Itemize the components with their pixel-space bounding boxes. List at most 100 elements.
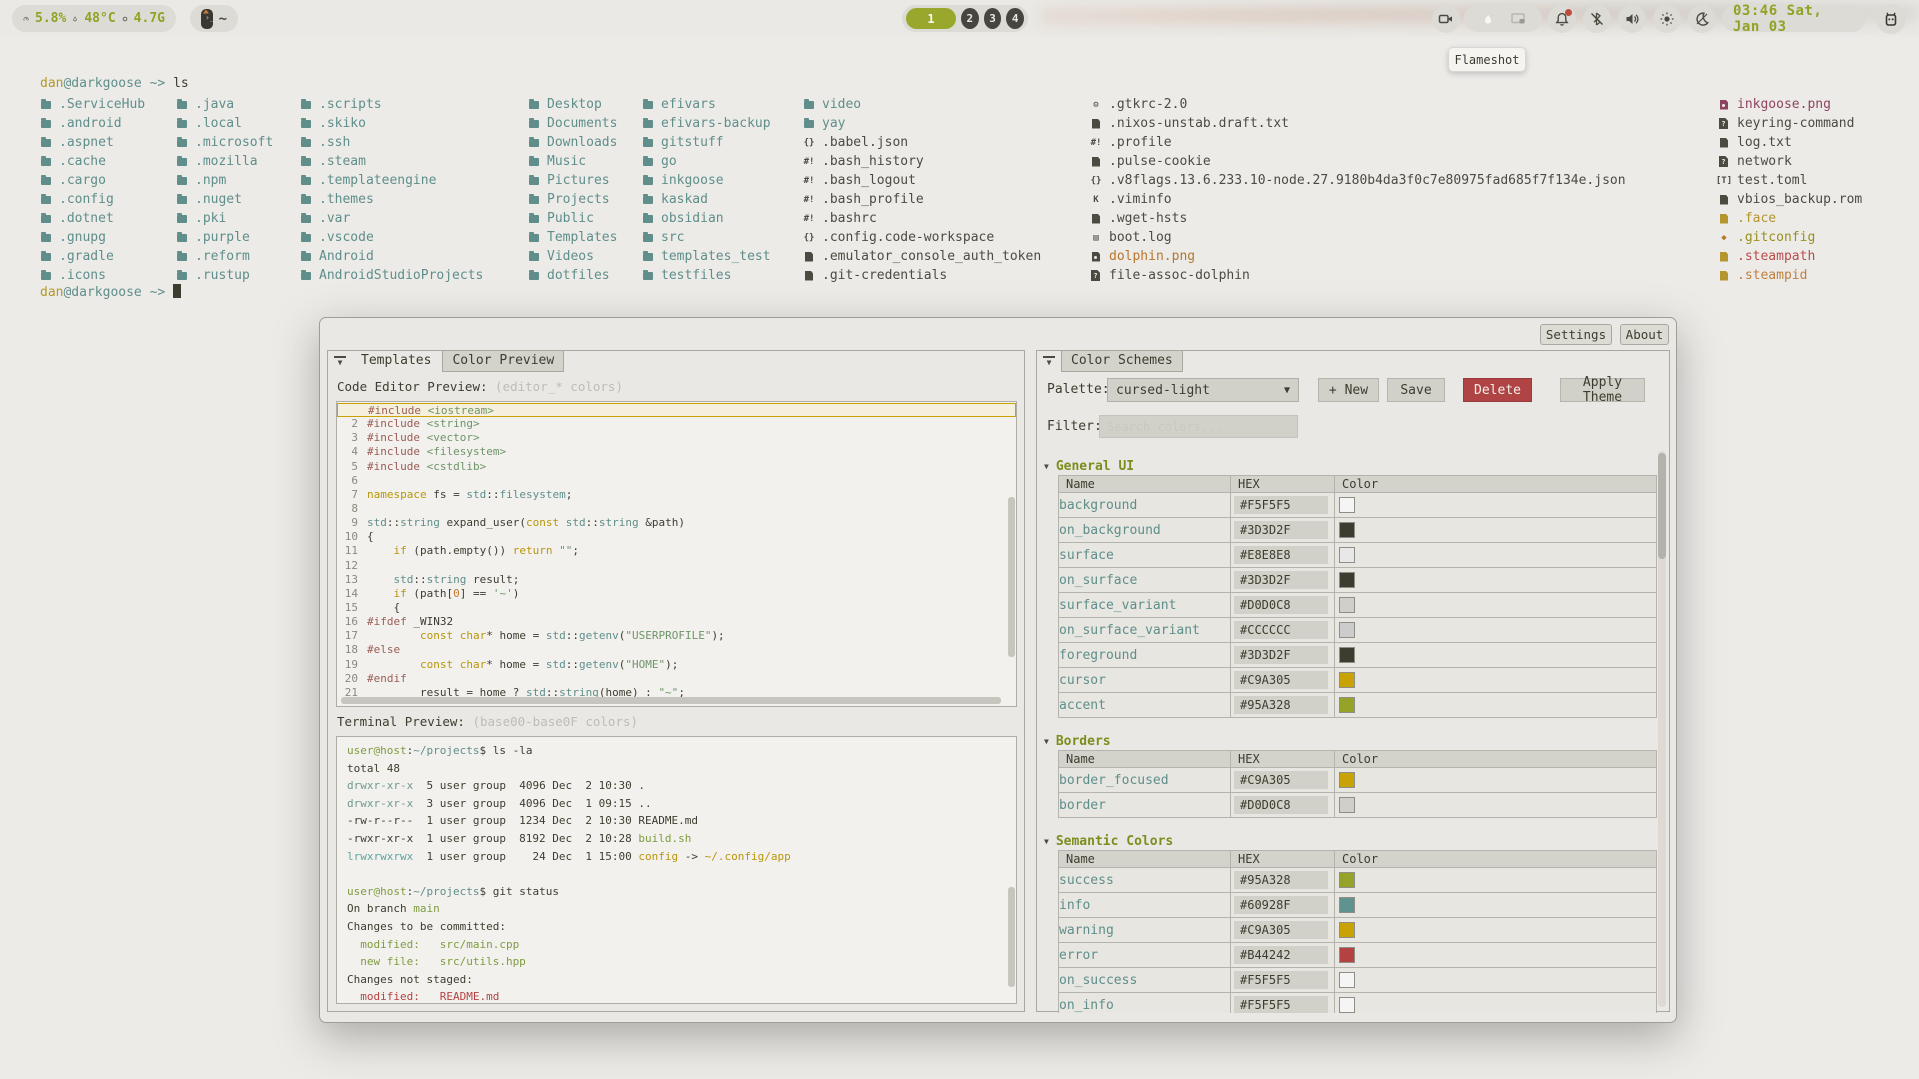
tab-color-schemes[interactable]: Color Schemes — [1061, 351, 1183, 372]
color-swatch[interactable] — [1339, 697, 1355, 713]
color-swatch[interactable] — [1339, 522, 1355, 538]
workspace-2[interactable]: 2 — [961, 8, 979, 29]
color-swatch[interactable] — [1339, 922, 1355, 938]
file-name: obsidian — [661, 211, 724, 226]
folder-icon — [642, 158, 654, 166]
brightness-button[interactable] — [1653, 5, 1681, 33]
screen-recorder-button[interactable] — [1432, 5, 1460, 33]
screen-lock-tray-icon[interactable] — [1510, 11, 1526, 27]
file-name: AndroidStudioProjects — [319, 268, 483, 283]
save-palette-button[interactable]: Save — [1387, 378, 1445, 402]
settings-button[interactable]: Settings — [1540, 324, 1612, 345]
bluetooth-button[interactable] — [1583, 5, 1611, 33]
page-icon — [803, 252, 815, 262]
hex-value-field[interactable]: #C9A305 — [1234, 771, 1328, 789]
terminal-app-pill[interactable]: ~ — [190, 5, 238, 32]
color-swatch[interactable] — [1339, 647, 1355, 663]
tray-app-button[interactable] — [1876, 4, 1906, 34]
system-stats-pill[interactable]: 5.8% 48°C 4.7G — [12, 5, 176, 32]
color-swatch[interactable] — [1339, 597, 1355, 613]
hex-value-field[interactable]: #E8E8E8 — [1234, 546, 1328, 564]
hex-value-field[interactable]: #3D3D2F — [1234, 646, 1328, 664]
terminal-vertical-scrollbar[interactable] — [1008, 887, 1015, 987]
terminal-line: Changes to be committed: — [347, 918, 1016, 936]
workspace-3[interactable]: 3 — [984, 8, 1002, 29]
folder-icon — [40, 215, 52, 223]
color-swatch[interactable] — [1339, 947, 1355, 963]
hex-value-field[interactable]: #D0D0C8 — [1234, 596, 1328, 614]
desktop-terminal[interactable]: dan@darkgoose ~> ls .ServiceHub.android.… — [0, 60, 1919, 320]
hex-value-field[interactable]: #C9A305 — [1234, 671, 1328, 689]
panel-scrollbar[interactable] — [1658, 451, 1666, 1007]
color-swatch[interactable] — [1339, 547, 1355, 563]
tray-apps-pill[interactable] — [1464, 5, 1542, 32]
code-editor-preview[interactable]: #include <iostream>2#include <string>3#i… — [336, 401, 1017, 707]
code-horizontal-scrollbar[interactable] — [341, 697, 1001, 704]
hex-value-field[interactable]: #B44242 — [1234, 946, 1328, 964]
hex-value-field[interactable]: #F5F5F5 — [1234, 971, 1328, 989]
file-item: .steampid — [1718, 266, 1862, 285]
clock: 03:46 Sat, Jan 03 — [1733, 3, 1855, 35]
folder-icon — [642, 234, 654, 242]
section-title: General UI — [1056, 459, 1134, 474]
clock-pill[interactable]: 03:46 Sat, Jan 03 — [1722, 5, 1866, 32]
color-swatch[interactable] — [1339, 672, 1355, 688]
color-swatch[interactable] — [1339, 997, 1355, 1013]
apply-theme-button[interactable]: Apply Theme — [1560, 378, 1645, 402]
color-swatch[interactable] — [1339, 772, 1355, 788]
folder-icon — [300, 139, 312, 147]
hex-value-field[interactable]: #95A328 — [1234, 696, 1328, 714]
night-light-button[interactable] — [1688, 5, 1716, 33]
code-vertical-scrollbar[interactable] — [1008, 497, 1015, 657]
color-swatch[interactable] — [1339, 572, 1355, 588]
color-swatch[interactable] — [1339, 497, 1355, 513]
hex-value-field[interactable]: #95A328 — [1234, 871, 1328, 889]
table-row: surface#E8E8E8 — [1059, 543, 1657, 568]
notifications-button[interactable] — [1548, 5, 1576, 33]
tab-templates[interactable]: Templates — [352, 351, 440, 372]
section-header[interactable]: ▼Semantic Colors — [1044, 832, 1657, 850]
tab-color-preview[interactable]: Color Preview — [442, 351, 564, 372]
collapse-icon[interactable]: ▼ — [1043, 356, 1055, 368]
code-line: 9std::string expand_user(const std::stri… — [337, 516, 1016, 530]
panel-scrollbar-thumb[interactable] — [1658, 453, 1666, 559]
color-swatch[interactable] — [1339, 797, 1355, 813]
hex-value-field[interactable]: #D0D0C8 — [1234, 796, 1328, 814]
file-name: .reform — [195, 249, 250, 264]
file-name: Music — [547, 154, 586, 169]
file-item: .android — [40, 114, 145, 133]
color-tables-scrollarea[interactable]: ▼General UINameHEXColorbackground#F5F5F5… — [1037, 451, 1657, 1013]
workspace-1[interactable]: 1 — [906, 8, 956, 29]
hex-value-field[interactable]: #F5F5F5 — [1234, 496, 1328, 514]
color-swatch[interactable] — [1339, 972, 1355, 988]
terminal-preview[interactable]: user@host:~/projects$ ls -latotal 48drwx… — [336, 736, 1017, 1004]
hex-value-field[interactable]: #F5F5F5 — [1234, 996, 1328, 1013]
collapse-icon[interactable]: ▼ — [334, 356, 346, 368]
hex-value-field[interactable]: #3D3D2F — [1234, 521, 1328, 539]
hex-value-field[interactable]: #3D3D2F — [1234, 571, 1328, 589]
folder-icon — [528, 120, 540, 128]
color-swatch[interactable] — [1339, 897, 1355, 913]
about-button[interactable]: About — [1620, 324, 1669, 345]
hex-value-field[interactable]: #CCCCCC — [1234, 621, 1328, 639]
filter-input[interactable] — [1099, 415, 1298, 438]
hex-value-field[interactable]: #60928F — [1234, 896, 1328, 914]
palette-dropdown[interactable]: cursed-light ▼ — [1107, 378, 1299, 402]
volume-button[interactable] — [1618, 5, 1646, 33]
file-name: yay — [822, 116, 845, 131]
color-swatch[interactable] — [1339, 622, 1355, 638]
new-palette-button[interactable]: + New — [1318, 378, 1379, 402]
color-swatch[interactable] — [1339, 872, 1355, 888]
color-name: on_info — [1059, 993, 1231, 1014]
delete-palette-button[interactable]: Delete — [1463, 378, 1532, 402]
terminal-line: -rw-r--r-- 1 user group 1234 Dec 2 10:30… — [347, 812, 1016, 830]
file-name: .java — [195, 97, 234, 112]
file-item: .mozilla — [176, 152, 273, 171]
section-header[interactable]: ▼General UI — [1044, 457, 1657, 475]
script-icon: #! — [1090, 138, 1102, 148]
flameshot-tray-icon[interactable] — [1480, 11, 1496, 27]
section-header[interactable]: ▼Borders — [1044, 732, 1657, 750]
workspace-4[interactable]: 4 — [1006, 8, 1024, 29]
hex-value-field[interactable]: #C9A305 — [1234, 921, 1328, 939]
file-name: .gnupg — [59, 230, 106, 245]
